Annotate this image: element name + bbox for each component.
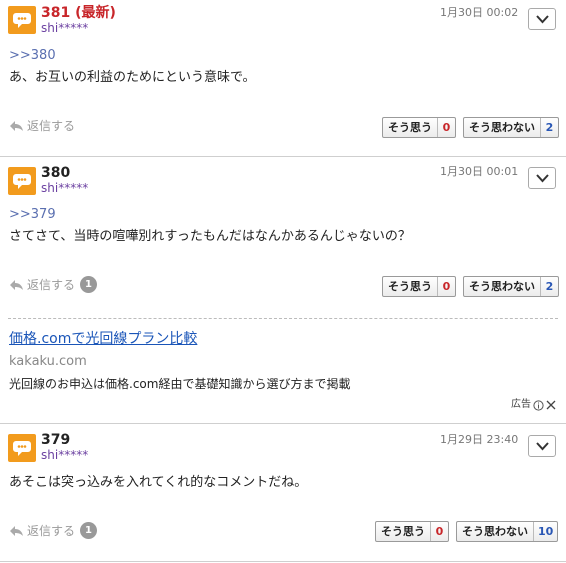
comment-menu-button[interactable]: [528, 8, 556, 30]
comment-number: 381 (最新): [41, 5, 116, 21]
reply-label: 返信する: [27, 523, 76, 538]
ad-divider: [8, 318, 558, 319]
agree-button[interactable]: そう思う 0: [382, 117, 456, 138]
agree-button[interactable]: そう思う 0: [375, 521, 449, 542]
user-name[interactable]: shi*****: [41, 448, 88, 462]
user-name[interactable]: shi*****: [41, 181, 88, 195]
agree-label: そう思う: [383, 277, 438, 296]
divider: [0, 561, 566, 562]
disagree-label: そう思わない: [464, 277, 541, 296]
agree-button[interactable]: そう思う 0: [382, 276, 456, 297]
ad-label[interactable]: 広告: [511, 399, 556, 411]
disagree-label: そう思わない: [457, 522, 534, 541]
close-icon[interactable]: [546, 400, 556, 410]
chevron-down-icon: [536, 174, 549, 183]
agree-count: 0: [442, 121, 451, 134]
reply-arrow-icon: [10, 525, 23, 536]
reply-button[interactable]: 返信する 1: [9, 276, 98, 293]
comment-381: 381 (最新) shi***** 1月30日 00:02 >>380 あ、お互…: [0, 0, 566, 156]
avatar-icon[interactable]: [8, 167, 36, 195]
ad-label-text: 広告: [511, 399, 531, 410]
reply-button[interactable]: 返信する 1: [9, 522, 98, 539]
comment-menu-button[interactable]: [528, 167, 556, 189]
reply-count-badge: 1: [80, 522, 98, 539]
comment-body: あそこは突っ込みを入れてくれ的なコメントだね。: [9, 475, 308, 490]
info-icon[interactable]: [533, 399, 544, 411]
disagree-count: 2: [545, 280, 554, 293]
reply-anchor-link[interactable]: >>380: [9, 48, 56, 63]
comment-380: 380 shi***** 1月30日 00:01 >>379 さてさて、当時の喧…: [0, 157, 566, 309]
ad-title-link[interactable]: 価格.comで光回線プラン比較: [9, 330, 197, 348]
agree-label: そう思う: [376, 522, 431, 541]
ad-block[interactable]: 価格.comで光回線プラン比較 kakaku.com 光回線のお申込は価格.co…: [0, 318, 566, 418]
reply-label: 返信する: [27, 277, 76, 292]
comment-body: あ、お互いの利益のためにという意味で。: [9, 70, 256, 85]
disagree-label: そう思わない: [464, 118, 541, 137]
agree-count: 0: [435, 525, 444, 538]
reply-arrow-icon: [10, 121, 23, 131]
comment-date: 1月30日 00:01: [440, 165, 519, 178]
avatar-icon[interactable]: [8, 434, 36, 462]
comment-date: 1月30日 00:02: [440, 6, 519, 19]
disagree-button[interactable]: そう思わない 10: [456, 521, 559, 542]
reply-arrow-icon: [10, 279, 23, 290]
agree-label: そう思う: [383, 118, 438, 137]
reply-anchor-link[interactable]: >>379: [9, 207, 56, 222]
comment-menu-button[interactable]: [528, 435, 556, 457]
disagree-button[interactable]: そう思わない 2: [463, 117, 559, 138]
reply-label: 返信する: [27, 119, 76, 133]
comment-date: 1月29日 23:40: [440, 433, 519, 446]
chevron-down-icon: [536, 15, 549, 24]
comment-number: 379: [41, 432, 71, 448]
disagree-count: 2: [545, 121, 554, 134]
disagree-button[interactable]: そう思わない 2: [463, 276, 559, 297]
user-name[interactable]: shi*****: [41, 21, 88, 35]
comment-body: さてさて、当時の喧嘩別れすったもんだはなんかあるんじゃないの？: [9, 229, 411, 244]
comment-number: 380: [41, 165, 71, 181]
disagree-count: 10: [538, 525, 554, 538]
avatar-icon[interactable]: [8, 6, 36, 34]
agree-count: 0: [442, 280, 451, 293]
ad-domain: kakaku.com: [9, 354, 87, 369]
ad-description: 光回線のお申込は価格.com経由で基礎知識から選び方まで掲載: [9, 377, 351, 391]
chevron-down-icon: [536, 442, 549, 451]
reply-button[interactable]: 返信する: [9, 118, 75, 134]
reply-count-badge: 1: [80, 276, 98, 293]
comment-379: 379 shi***** 1月29日 23:40 あそこは突っ込みを入れてくれ的…: [0, 424, 566, 563]
